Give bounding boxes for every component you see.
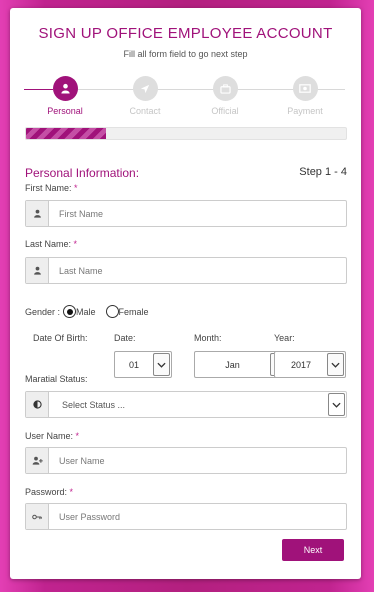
date-label: Date:: [114, 333, 136, 343]
user-icon: [26, 258, 49, 283]
step-payment[interactable]: Payment: [275, 76, 335, 116]
gender-male-label: Male: [76, 306, 96, 317]
marital-status-label: Maratial Status:: [25, 374, 88, 384]
password-group: [25, 503, 347, 530]
progress-fill: [26, 128, 106, 139]
section-title: Personal Information:: [25, 166, 140, 180]
marital-status-select[interactable]: Select Status ...: [25, 391, 347, 418]
user-icon: [26, 201, 49, 226]
last-name-input[interactable]: [49, 258, 346, 283]
date-select[interactable]: 01: [114, 351, 172, 378]
date-value: 01: [128, 359, 139, 370]
step-label: Personal: [47, 106, 83, 116]
last-name-group: [25, 257, 347, 284]
gender-group: Gender : Male Female: [25, 305, 149, 318]
year-label: Year:: [274, 333, 295, 343]
next-button[interactable]: Next: [282, 539, 344, 561]
briefcase-icon: [212, 76, 238, 101]
marital-status-value: Select Status ...: [62, 399, 126, 410]
location-arrow-icon: [132, 76, 158, 101]
person-icon: [52, 76, 78, 101]
year-select[interactable]: 2017: [274, 351, 346, 378]
last-name-label: Last Name: *: [25, 239, 78, 249]
page-title: SIGN UP OFFICE EMPLOYEE ACCOUNT: [38, 25, 333, 42]
password-label: Password: *: [25, 487, 74, 497]
step-label: Official: [211, 106, 239, 116]
page-subtitle: Fill all form field to go next step: [123, 49, 248, 59]
step-contact[interactable]: Contact: [115, 76, 175, 116]
half-circle-icon: [26, 392, 49, 417]
money-icon: [292, 76, 318, 101]
chevron-down-icon: [153, 353, 170, 376]
month-value: Jan: [225, 359, 240, 370]
step-label: Payment: [287, 106, 323, 116]
gender-female-label: Female: [118, 306, 149, 317]
progress-bar: [25, 127, 347, 140]
signup-card: SIGN UP OFFICE EMPLOYEE ACCOUNT Fill all…: [10, 8, 361, 579]
first-name-group: [25, 200, 347, 227]
step-label: Contact: [129, 106, 161, 116]
section-step-counter: Step 1 - 4: [299, 166, 347, 178]
user-name-label: User Name: *: [25, 431, 80, 441]
first-name-label: First Name: *: [25, 183, 78, 193]
chevron-down-icon: [328, 393, 345, 416]
dob-label: Date Of Birth:: [33, 333, 88, 343]
gender-female-radio[interactable]: [105, 305, 119, 318]
user-plus-icon: [26, 448, 49, 473]
user-name-group: [25, 447, 347, 474]
step-personal[interactable]: Personal: [35, 76, 95, 116]
month-label: Month:: [194, 333, 222, 343]
gender-male-radio[interactable]: [63, 305, 77, 318]
chevron-down-icon: [327, 353, 344, 376]
key-icon: [26, 504, 49, 529]
gender-label: Gender :: [25, 306, 61, 317]
first-name-input[interactable]: [49, 201, 346, 226]
step-official[interactable]: Official: [195, 76, 255, 116]
year-value: 2017: [290, 359, 312, 370]
user-name-input[interactable]: [49, 448, 346, 473]
password-input[interactable]: [49, 504, 346, 529]
